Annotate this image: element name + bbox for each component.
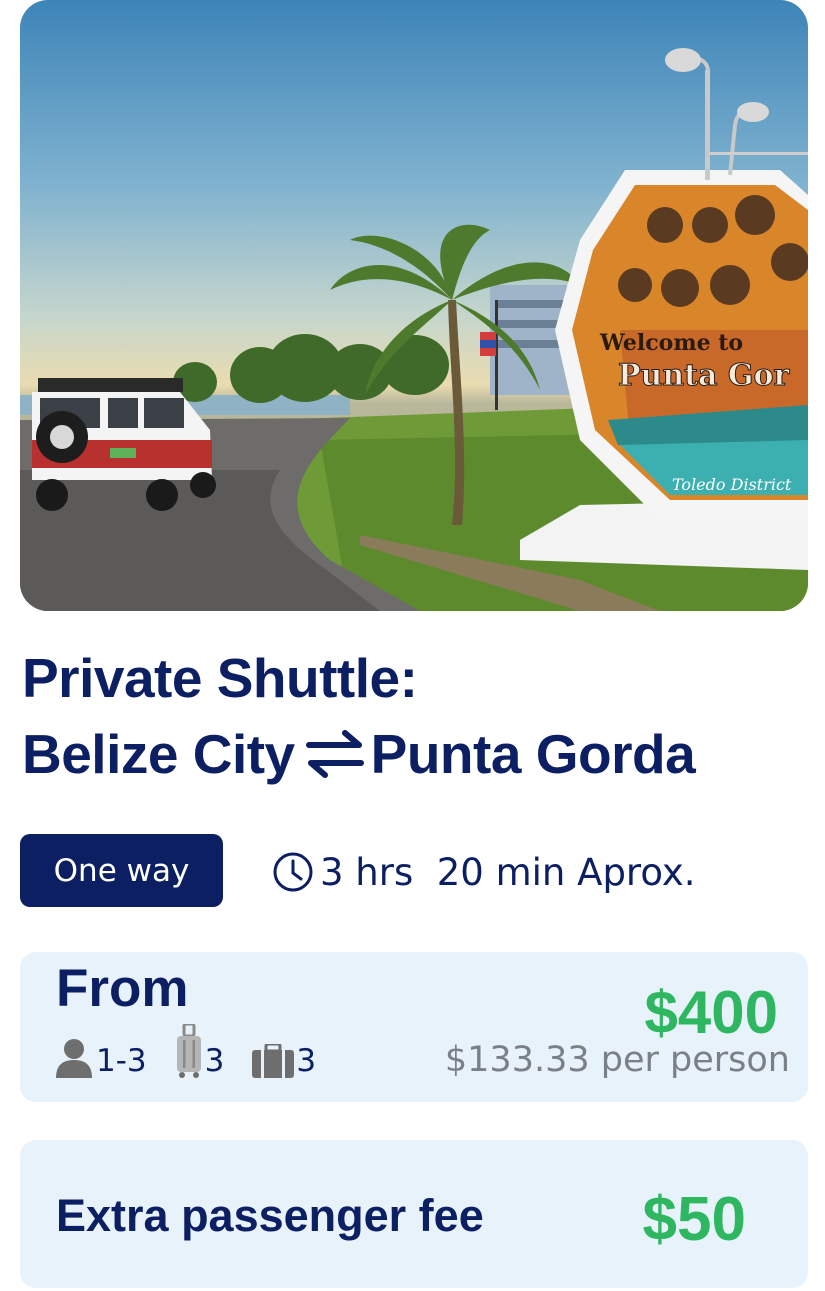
sign-text-town: Punta Gor <box>618 358 791 393</box>
suitcase-capacity-value: 3 <box>204 1043 225 1079</box>
trip-type-button[interactable]: One way <box>20 834 223 907</box>
swap-arrows-icon <box>305 730 364 778</box>
capacity-row: 1-3 3 3 <box>54 1024 344 1078</box>
price-per-person: $133.33 per person <box>444 1040 790 1080</box>
from-label: From <box>56 959 189 1018</box>
suitcase-capacity: 3 <box>175 1024 225 1079</box>
origin-label: Belize City <box>22 723 295 785</box>
briefcase-capacity-value: 3 <box>296 1043 317 1079</box>
price-card: From 1-3 3 3 $400 $133.33 per person <box>20 952 808 1102</box>
extra-fee-price: $50 <box>642 1185 746 1254</box>
duration-info: 3 hrs 20 min Aprox. <box>272 848 696 896</box>
passenger-capacity: 1-3 <box>54 1038 147 1078</box>
extra-fee-label: Extra passenger fee <box>56 1190 484 1241</box>
extra-fee-card: Extra passenger fee $50 <box>20 1140 808 1288</box>
sign-text-district: Toledo District <box>672 475 792 494</box>
person-icon <box>56 1039 92 1078</box>
clock-icon <box>273 852 313 892</box>
title-line-2: Belize City Punta Gorda <box>22 716 812 792</box>
suitcase-icon <box>176 1024 201 1078</box>
passenger-capacity-value: 1-3 <box>96 1043 147 1079</box>
duration-text: 3 hrs 20 min Aprox. <box>320 850 696 894</box>
briefcase-icon <box>252 1044 295 1078</box>
hero-image: Welcome to Punta Gor Toledo District <box>20 0 808 611</box>
page-title: Private Shuttle: Belize City Punta Gorda <box>22 640 812 792</box>
price-value: $400 <box>644 979 778 1046</box>
sign-text-welcome: Welcome to <box>599 330 743 356</box>
title-line-1: Private Shuttle: <box>22 647 418 709</box>
hero-illustration: Welcome to Punta Gor Toledo District <box>20 48 808 611</box>
destination-label: Punta Gorda <box>370 723 696 785</box>
briefcase-capacity: 3 <box>252 1044 316 1078</box>
